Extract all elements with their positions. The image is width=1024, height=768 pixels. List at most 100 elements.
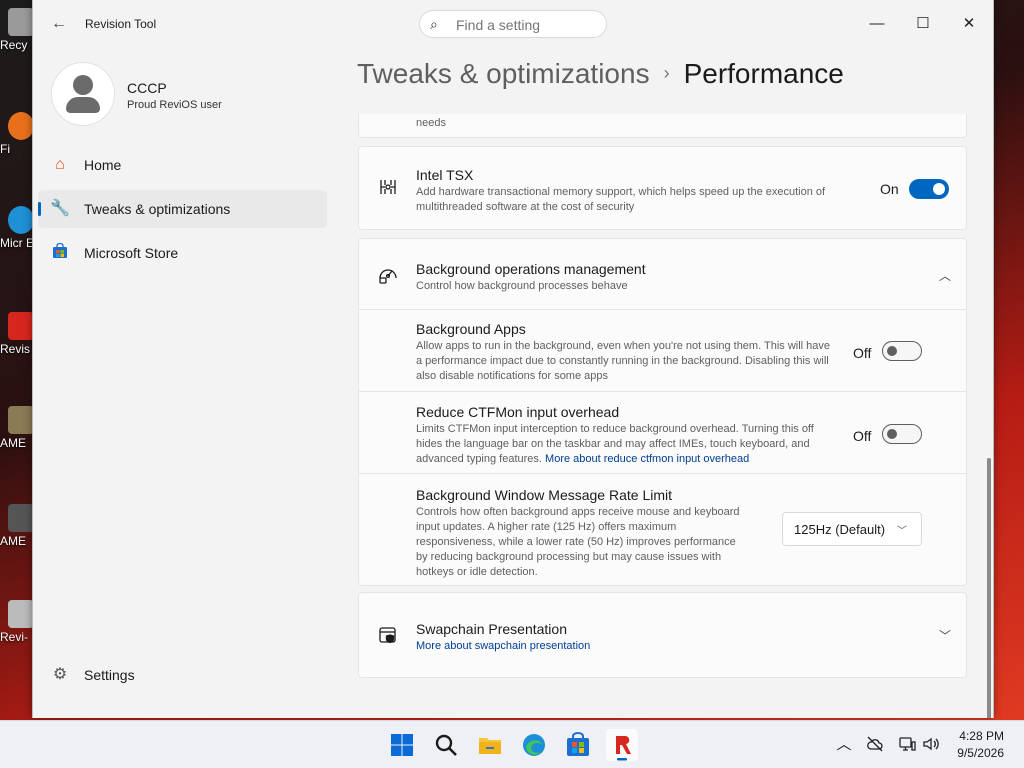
chevron-down-icon: ﹀ <box>897 526 907 537</box>
desktop-icon-ame-2[interactable]: AME <box>0 504 34 548</box>
setting-card-partial: needs <box>358 114 967 138</box>
link-text[interactable]: More about swapchain presentation <box>416 640 590 652</box>
setting-description: Controls how often background apps recei… <box>416 506 740 578</box>
setting-title: Intel TSX <box>416 167 474 183</box>
taskbar-edge[interactable] <box>518 729 550 761</box>
window-shield-icon <box>377 625 399 647</box>
store-icon <box>567 732 589 756</box>
desktop-icon-recycle-bin[interactable]: Recy <box>0 8 34 52</box>
back-button[interactable]: ← <box>45 12 73 36</box>
search-input[interactable] <box>454 15 598 35</box>
minimize-button[interactable]: — <box>855 10 899 38</box>
desktop-icon-label: Revi- <box>0 630 29 644</box>
title-bar[interactable]: ← Revision Tool ⌕ — ☐ ✕ <box>33 0 993 48</box>
expander-background-operations: Background operations management Control… <box>358 238 967 586</box>
sidebar-item-label: Tweaks & optimizations <box>84 201 231 217</box>
page-title: Performance <box>683 58 844 89</box>
search-box[interactable]: ⌕ <box>419 10 607 38</box>
app-title: Revision Tool <box>85 17 157 31</box>
network-icon[interactable] <box>897 735 917 755</box>
desktop-icon-label: Recy <box>0 38 28 52</box>
file-icon <box>8 600 34 628</box>
breadcrumb-separator-icon: › <box>663 63 670 83</box>
maximize-button[interactable]: ☐ <box>901 10 945 38</box>
revision-tool-window: ← Revision Tool ⌕ — ☐ ✕ CCCP Proud ReviO… <box>32 0 994 718</box>
breadcrumb: Tweaks & optimizations › Performance <box>357 58 844 90</box>
speedometer-icon <box>377 263 399 285</box>
show-hidden-icons-chevron-icon[interactable]: ︿ <box>834 735 854 755</box>
home-icon: ⌂ <box>55 156 65 173</box>
desktop-icon-label: AME <box>0 534 27 548</box>
main-content: Tweaks & optimizations › Performance needs… <box>343 48 993 718</box>
wrench-icon: 🔧 <box>50 200 70 217</box>
setting-row-message-rate: Background Window Message Rate Limit Con… <box>359 473 966 586</box>
toggle-state-label: Off <box>853 428 872 444</box>
taskbar-revision-tool[interactable] <box>606 729 638 761</box>
clock-time[interactable]: 4:28 PM <box>959 729 1004 743</box>
sidebar-item-label: Home <box>84 157 122 173</box>
setting-title: Background Apps <box>416 321 526 337</box>
search-icon: ⌕ <box>430 16 438 32</box>
setting-title: Background operations management <box>416 261 646 277</box>
setting-description: Allow apps to run in the background, eve… <box>416 340 831 382</box>
profile-name: CCCP <box>127 80 167 96</box>
sidebar-item-label: Settings <box>84 667 135 683</box>
setting-card-intel-tsx: Intel TSX Add hardware transactional mem… <box>358 146 967 230</box>
chevron-up-icon: ︿ <box>939 269 952 283</box>
sidebar-item-settings[interactable]: ⚙ Settings <box>38 656 327 694</box>
desktop-icon-label: Revis <box>0 342 31 356</box>
desktop-icon-label: Fi <box>0 142 10 156</box>
desktop-icon-ame[interactable]: AME <box>0 406 34 450</box>
cloud-offline-icon[interactable] <box>865 735 885 755</box>
setting-title: Swapchain Presentation <box>416 621 567 637</box>
message-rate-dropdown[interactable]: 125Hz (Default) ﹀ <box>782 512 922 546</box>
taskbar-file-explorer[interactable] <box>474 729 506 761</box>
close-button[interactable]: ✕ <box>947 10 991 38</box>
toggle-state-label: On <box>880 181 899 197</box>
ame-icon <box>8 406 34 434</box>
expander-swapchain-presentation[interactable]: Swapchain Presentation More about swapch… <box>358 592 967 678</box>
edge-icon <box>8 206 34 234</box>
volume-icon[interactable] <box>921 735 941 755</box>
ctfmon-more-link[interactable]: More about reduce ctfmon input overhead <box>545 453 749 465</box>
background-apps-toggle[interactable] <box>882 341 922 361</box>
sidebar: CCCP Proud ReviOS user ⌂ Home 🔧 Tweaks &… <box>33 48 343 718</box>
expander-header[interactable]: Background operations management Control… <box>359 239 966 309</box>
taskbar-microsoft-store[interactable] <box>562 729 594 761</box>
setting-title: Background Window Message Rate Limit <box>416 487 673 503</box>
desktop-icon-revision[interactable]: Revis <box>0 312 34 356</box>
settings-list: needs Intel TSX Add hardware transaction… <box>358 114 968 718</box>
back-arrow-icon: ← <box>51 15 67 32</box>
clock-date[interactable]: 9/5/2026 <box>957 746 1004 760</box>
chevron-down-icon: ﹀ <box>939 629 952 643</box>
setting-description: Control how background processes behave <box>416 280 628 292</box>
swapchain-more-link[interactable]: More about swapchain presentation <box>416 639 590 654</box>
ame-wizard-icon <box>8 504 34 532</box>
setting-description: Limits CTFMon input interception to redu… <box>416 422 826 467</box>
desktop-icon-label: Micr E <box>0 236 34 250</box>
taskbar-search-button[interactable] <box>430 729 462 761</box>
ctfmon-toggle[interactable] <box>882 424 922 444</box>
folder-icon <box>479 738 501 754</box>
scrollbar[interactable] <box>987 458 991 718</box>
revision-icon <box>616 736 631 761</box>
avatar <box>51 62 115 126</box>
start-button[interactable] <box>386 729 418 761</box>
intel-tsx-toggle[interactable] <box>909 179 949 199</box>
profile-subtitle: Proud ReviOS user <box>127 99 222 111</box>
memory-chip-icon <box>377 177 399 199</box>
desktop-icon-edge[interactable]: Micr E <box>0 206 34 250</box>
setting-title: Reduce CTFMon input overhead <box>416 404 620 420</box>
breadcrumb-parent[interactable]: Tweaks & optimizations <box>357 58 650 89</box>
sidebar-item-home[interactable]: ⌂ Home <box>38 146 327 184</box>
sidebar-item-microsoft-store[interactable]: Microsoft Store <box>38 234 327 272</box>
store-icon <box>50 242 70 263</box>
desktop-icon-firefox[interactable]: Fi <box>0 112 34 156</box>
setting-row-ctfmon: Reduce CTFMon input overhead Limits CTFM… <box>359 391 966 474</box>
sidebar-item-label: Microsoft Store <box>84 245 179 261</box>
desktop-icon-revi[interactable]: Revi- <box>0 600 34 644</box>
revision-icon <box>8 312 34 340</box>
active-indicator <box>38 202 41 216</box>
gear-icon: ⚙ <box>52 666 68 683</box>
sidebar-item-tweaks[interactable]: 🔧 Tweaks & optimizations <box>38 190 327 228</box>
